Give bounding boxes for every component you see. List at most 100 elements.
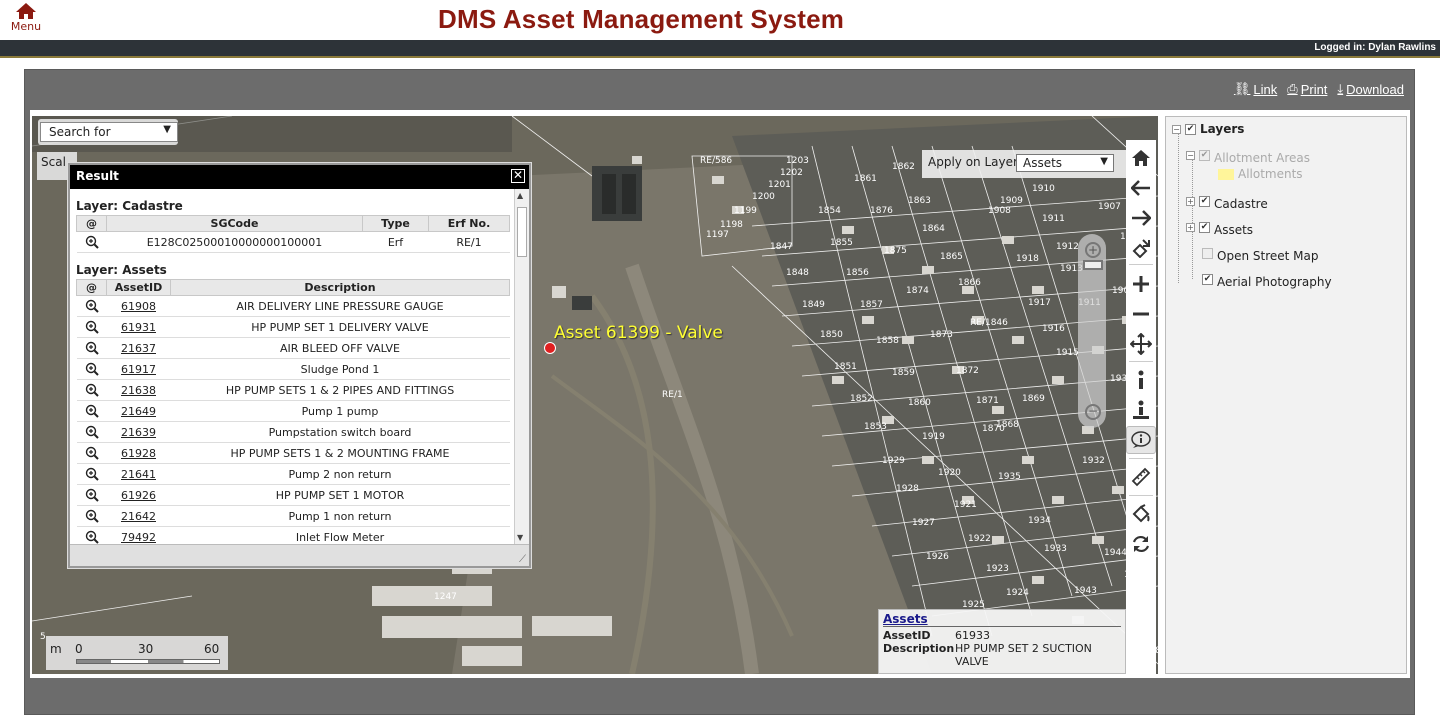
erf-label: 1935 bbox=[998, 472, 1021, 482]
layer-allotment-areas-checkbox[interactable]: ✔ bbox=[1199, 149, 1210, 161]
zoom-to-icon[interactable] bbox=[76, 295, 107, 317]
erf-label: 1865 bbox=[940, 252, 963, 262]
erf-label: 1943 bbox=[1074, 586, 1097, 596]
collapse-icon[interactable]: − bbox=[1186, 150, 1195, 160]
zoom-to-icon[interactable] bbox=[76, 358, 107, 380]
erf-label: 1873 bbox=[930, 330, 953, 340]
zoom-to-icon[interactable] bbox=[76, 400, 107, 422]
forward-icon[interactable] bbox=[1126, 204, 1156, 232]
info-desc-key: Description bbox=[883, 642, 955, 655]
erf-label: 1907 bbox=[1098, 202, 1121, 212]
zoom-to-icon[interactable] bbox=[76, 484, 107, 506]
asset-id-link[interactable]: 21639 bbox=[106, 421, 171, 443]
table-row: 61926 HP PUMP SET 1 MOTOR bbox=[76, 484, 510, 506]
table-row: 21637 AIR BLEED OFF VALVE bbox=[76, 337, 510, 359]
app-title: DMS Asset Management System bbox=[438, 4, 845, 34]
collapse-icon[interactable]: − bbox=[1172, 124, 1181, 134]
zoom-extent-icon[interactable] bbox=[1126, 234, 1156, 262]
layer-assets-checkbox[interactable]: ✔ bbox=[1199, 221, 1210, 233]
app-header: Menu DMS Asset Management System bbox=[0, 0, 1440, 40]
resize-handle-icon[interactable]: ⟋ bbox=[519, 554, 526, 565]
refresh-icon[interactable] bbox=[1126, 530, 1156, 558]
asset-id-link[interactable]: 21642 bbox=[106, 505, 171, 527]
zoom-to-icon[interactable] bbox=[76, 442, 107, 464]
home-icon[interactable] bbox=[1126, 144, 1156, 172]
pan-icon[interactable] bbox=[1126, 330, 1156, 358]
scroll-up-icon[interactable]: ▲ bbox=[517, 191, 523, 200]
scale-bar: m 0 30 60 bbox=[46, 636, 228, 670]
erf-label: 1863 bbox=[908, 196, 931, 206]
erf-label: 1923 bbox=[986, 564, 1009, 574]
asset-id-link[interactable]: 21638 bbox=[106, 379, 171, 401]
identify-icon[interactable] bbox=[1126, 366, 1156, 394]
layers-panel: − ✔ Layers − ✔ Allotment Areas Allotment… bbox=[1165, 116, 1407, 674]
scroll-down-icon[interactable]: ▼ bbox=[517, 533, 523, 542]
home-icon bbox=[16, 3, 36, 19]
asset-id-link[interactable]: 61926 bbox=[106, 484, 171, 506]
measure-icon[interactable] bbox=[1126, 463, 1156, 491]
zoom-slider-minus-icon[interactable]: − bbox=[1085, 404, 1101, 420]
print-label: Print bbox=[1300, 81, 1328, 97]
main-panel: ⛓ Link ⎙ Print ⤓ Download Search for ▼ S… bbox=[24, 69, 1415, 715]
expand-icon[interactable]: + bbox=[1186, 196, 1195, 206]
col-asset-id: AssetID bbox=[106, 279, 171, 296]
back-icon[interactable] bbox=[1126, 174, 1156, 202]
asset-id-link[interactable]: 61928 bbox=[106, 442, 171, 464]
zoom-to-icon[interactable] bbox=[76, 526, 107, 544]
zoom-to-icon[interactable] bbox=[76, 421, 107, 443]
print-button[interactable]: ⎙ Print bbox=[1287, 81, 1327, 97]
zoom-to-icon[interactable] bbox=[76, 231, 107, 253]
zoom-out-icon[interactable] bbox=[1126, 300, 1156, 328]
apply-on-layer: Apply on Layer Assets ▼ bbox=[922, 150, 1132, 178]
zoom-to-icon[interactable] bbox=[76, 337, 107, 359]
result-window[interactable]: Result ✕ Layer: Cadastre @ SGCode Type E… bbox=[68, 163, 531, 568]
search-for-select[interactable]: Search for ▼ bbox=[40, 122, 178, 142]
info-bubble-icon[interactable] bbox=[1126, 426, 1156, 454]
identify-layer-icon[interactable] bbox=[1126, 396, 1156, 424]
asset-id-link[interactable]: 21637 bbox=[106, 337, 171, 359]
table-row: 21641 Pump 2 non return bbox=[76, 463, 510, 485]
zoom-to-icon[interactable] bbox=[76, 379, 107, 401]
link-button[interactable]: ⛓ Link bbox=[1234, 81, 1277, 97]
asset-marker[interactable] bbox=[544, 342, 556, 354]
download-button[interactable]: ⤓ Download bbox=[1337, 81, 1404, 97]
asset-description: HP PUMP SETS 1 & 2 MOUNTING FRAME bbox=[170, 442, 510, 464]
apply-layer-select[interactable]: Assets ▼ bbox=[1016, 154, 1114, 172]
menu-button[interactable]: Menu bbox=[8, 2, 44, 33]
layer-aerial-checkbox[interactable]: ✔ bbox=[1202, 273, 1213, 285]
asset-id-link[interactable]: 61908 bbox=[106, 295, 171, 317]
clear-icon[interactable] bbox=[1126, 500, 1156, 528]
map-view[interactable]: Search for ▼ Scal Apply on Layer Assets … bbox=[32, 116, 1158, 674]
scroll-thumb[interactable] bbox=[517, 207, 527, 257]
info-popup-title[interactable]: Assets bbox=[883, 612, 1121, 627]
cadastre-table: @ SGCode Type Erf No. E128C0250001000000… bbox=[76, 215, 510, 253]
print-icon: ⎙ bbox=[1287, 81, 1298, 96]
asset-id-link[interactable]: 61917 bbox=[106, 358, 171, 380]
expand-icon[interactable]: + bbox=[1186, 222, 1195, 232]
result-footer: ⟋ bbox=[70, 544, 529, 566]
layer-osm-checkbox[interactable] bbox=[1202, 247, 1213, 259]
result-scrollbar[interactable]: ▲ ▼ bbox=[514, 189, 529, 544]
zoom-to-icon[interactable] bbox=[76, 316, 107, 338]
zoom-slider-plus-icon[interactable]: + bbox=[1085, 242, 1101, 258]
erf-label: 1918 bbox=[1016, 254, 1039, 264]
asset-id-link[interactable]: 21649 bbox=[106, 400, 171, 422]
layers-root-checkbox[interactable]: ✔ bbox=[1185, 123, 1196, 135]
table-row: 79492 Inlet Flow Meter bbox=[76, 526, 510, 544]
asset-id-link[interactable]: 61931 bbox=[106, 316, 171, 338]
erf-label: 1920 bbox=[938, 468, 961, 478]
layer-cadastre-checkbox[interactable]: ✔ bbox=[1199, 195, 1210, 207]
asset-id-link[interactable]: 79492 bbox=[106, 526, 171, 544]
zoom-slider-handle[interactable] bbox=[1083, 260, 1103, 270]
close-icon[interactable]: ✕ bbox=[511, 169, 525, 183]
zoom-in-icon[interactable] bbox=[1126, 270, 1156, 298]
scale-unit: m bbox=[50, 642, 62, 656]
zoom-to-icon[interactable] bbox=[76, 463, 107, 485]
result-title-bar[interactable]: Result ✕ bbox=[70, 165, 529, 189]
zoom-to-icon[interactable] bbox=[76, 505, 107, 527]
erf-label: 1927 bbox=[912, 518, 935, 528]
erf-label: 1929 bbox=[882, 456, 905, 466]
asset-id-link[interactable]: 21641 bbox=[106, 463, 171, 485]
info-asset-id-value: 61933 bbox=[955, 629, 990, 642]
erf-label: 1869 bbox=[1022, 394, 1045, 404]
